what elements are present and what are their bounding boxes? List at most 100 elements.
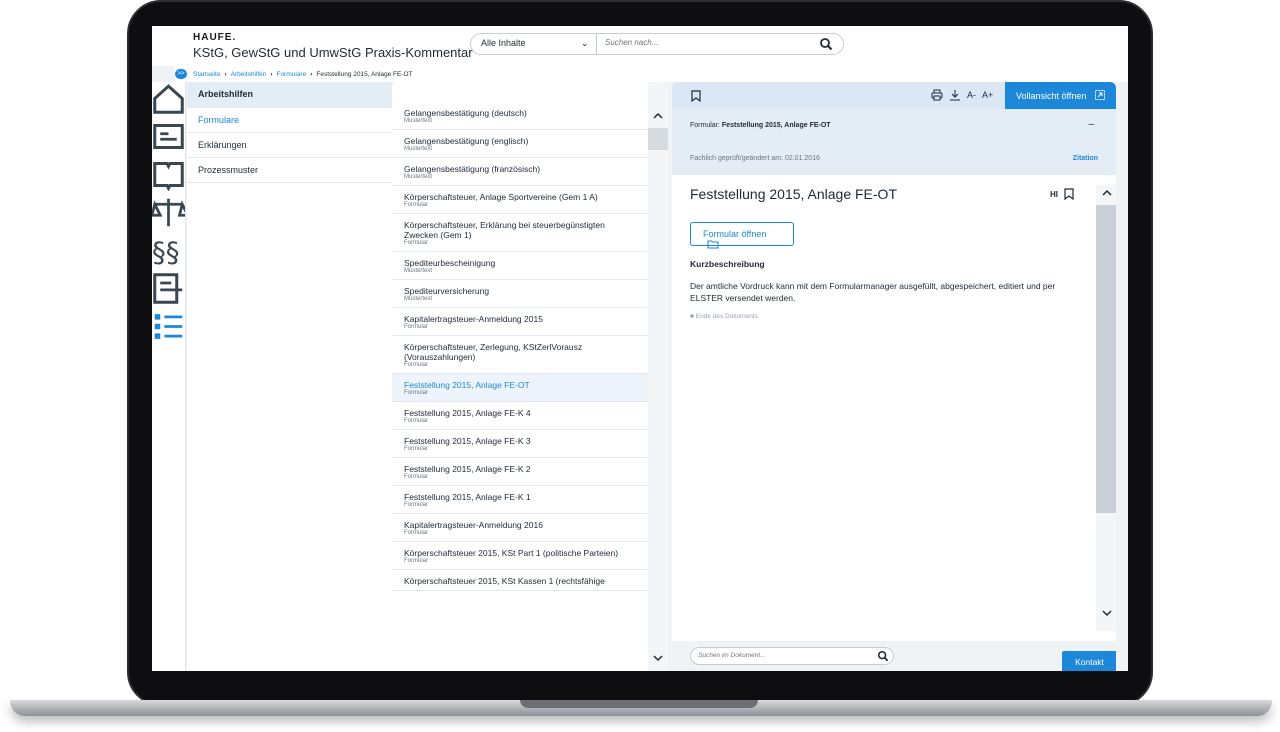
font-smaller-button[interactable]: A- xyxy=(967,90,976,100)
list-item-title: Feststellung 2015, Anlage FE-K 2 xyxy=(404,464,531,474)
description-text: Der amtliche Vordruck kann mit dem Formu… xyxy=(690,281,1056,303)
list-item-title: Körperschaftsteuer 2015, KSt Kassen 1 (r… xyxy=(404,576,605,586)
list-item[interactable]: Feststellung 2015, Anlage FE-OT Formular xyxy=(392,374,648,402)
list-items: Gelangensbestätigung (deutsch) Mustertext… xyxy=(392,102,668,591)
list-item-type: Formular xyxy=(404,202,429,208)
list-item-title: Gelangensbestätigung (englisch) xyxy=(404,136,529,146)
document-search xyxy=(690,647,894,665)
list-item-title: Feststellung 2015, Anlage FE-OT xyxy=(404,380,530,390)
list-item[interactable]: Feststellung 2015, Anlage FE-K 3 Formular xyxy=(392,430,648,458)
list-item[interactable]: Körperschaftsteuer 2015, KSt Kassen 1 (r… xyxy=(392,570,648,591)
chevron-up-icon[interactable] xyxy=(1101,187,1113,199)
scale-icon[interactable] xyxy=(152,196,190,229)
end-of-document: ■ Ende des Dokuments xyxy=(690,313,758,320)
list-item-title: Körperschaftsteuer, Erklärung bei steuer… xyxy=(404,220,605,240)
print-icon[interactable] xyxy=(931,89,943,101)
open-form-label: Formular öffnen xyxy=(703,229,767,239)
list-item-title: Körperschaftsteuer 2015, KSt Part 1 (pol… xyxy=(404,548,619,558)
list-item[interactable]: Körperschaftsteuer 2015, KSt Part 1 (pol… xyxy=(392,542,648,570)
list-item-type: Formular xyxy=(404,474,429,480)
chevron-down-icon[interactable] xyxy=(652,652,664,664)
bookmark-icon[interactable] xyxy=(691,90,701,102)
search-divider xyxy=(596,34,597,54)
list-item-title: Feststellung 2015, Anlage FE-K 4 xyxy=(404,408,531,418)
nav-item-erklaerungen[interactable]: Erklärungen xyxy=(187,133,392,158)
list-icon[interactable] xyxy=(152,310,185,343)
nav-item-prozessmuster[interactable]: Prozessmuster xyxy=(187,158,392,183)
document-search-input[interactable] xyxy=(698,652,868,659)
list-item-title: Körperschaftsteuer, Zerlegung, KStZerlVo… xyxy=(404,342,583,362)
section-heading: Kurzbeschreibung xyxy=(690,259,765,269)
list-item-title: Spediteurversicherung xyxy=(404,286,490,296)
list-item-type: Mustertext xyxy=(404,118,433,124)
list-item-title: Feststellung 2015, Anlage FE-K 1 xyxy=(404,492,531,502)
home-icon[interactable] xyxy=(152,82,185,115)
list-item[interactable]: Kapitalertragsteuer-Anmeldung 2015 Formul… xyxy=(392,308,648,336)
document-title: Feststellung 2015, Anlage FE-OT xyxy=(690,186,897,202)
list-item-type: Formular xyxy=(404,418,429,424)
list-item[interactable]: Feststellung 2015, Anlage FE-K 4 Formular xyxy=(392,402,648,430)
list-item[interactable]: Körperschaftsteuer, Anlage Sportvereine … xyxy=(392,186,648,214)
breadcrumb-link[interactable]: Arbeitshilfen xyxy=(231,71,267,78)
brand-logo[interactable]: HAUFE. xyxy=(193,32,236,43)
open-form-button[interactable]: Formular öffnen xyxy=(690,222,794,249)
list-item-type: Mustertext xyxy=(404,174,433,180)
list-item[interactable]: Gelangensbestätigung (französisch) Muster… xyxy=(392,158,648,186)
list-item-type: Formular xyxy=(404,324,429,330)
nav-item-formulare[interactable]: Formulare xyxy=(187,108,392,133)
font-larger-button[interactable]: A+ xyxy=(982,90,993,100)
document-actions: HI xyxy=(1050,188,1074,200)
sidebar-toggle-button[interactable]: >> xyxy=(175,69,187,79)
left-rail: §§ xyxy=(152,82,190,671)
id-card-icon[interactable] xyxy=(152,120,185,153)
list-item-type: Mustertext xyxy=(404,146,433,152)
search-icon[interactable] xyxy=(877,650,889,662)
list-item-title: Gelangensbestätigung (deutsch) xyxy=(404,108,527,118)
list-item-type: Formular xyxy=(404,362,429,368)
document-body: Feststellung 2015, Anlage FE-OT HI Formu… xyxy=(672,175,1116,645)
list-item[interactable]: Spediteurbescheinigung Mustertext xyxy=(392,252,648,280)
list-item[interactable]: Körperschaftsteuer, Zerlegung, KStZerlVo… xyxy=(392,336,648,374)
list-item-title: Körperschaftsteuer, Anlage Sportvereine … xyxy=(404,192,598,202)
detail-footer: Kontakt xyxy=(672,641,1116,671)
list-item[interactable]: Gelangensbestätigung (deutsch) Mustertext xyxy=(392,102,648,130)
breadcrumb-link[interactable]: Formulare xyxy=(277,71,307,78)
chevron-down-icon[interactable] xyxy=(1101,607,1113,619)
search-scope-select[interactable]: Alle Inhalte xyxy=(481,38,526,48)
chevron-up-icon[interactable] xyxy=(652,110,664,122)
scrollbar-thumb[interactable] xyxy=(1096,205,1116,513)
list-item[interactable]: Feststellung 2015, Anlage FE-K 2 Formular xyxy=(392,458,648,486)
list-item-title: Spediteurbescheinigung xyxy=(404,258,496,268)
scrollbar-thumb[interactable] xyxy=(648,128,668,150)
folder-icon xyxy=(707,240,719,249)
highlight-button[interactable]: HI xyxy=(1050,190,1058,199)
search-input[interactable] xyxy=(605,38,805,47)
list-item-type: Formular xyxy=(404,558,429,564)
document-edit-icon[interactable] xyxy=(152,272,185,305)
list-item[interactable]: Spediteurversicherung Mustertext xyxy=(392,280,648,308)
app-header: HAUFE. KStG, GewStG und UmwStG Praxis-Ko… xyxy=(152,26,1128,66)
list-item[interactable]: Gelangensbestätigung (englisch) Mustertex… xyxy=(392,130,648,158)
breadcrumb-link[interactable]: Startseite xyxy=(193,71,220,78)
book-icon[interactable] xyxy=(152,158,185,192)
category-nav: Arbeitshilfen Formulare Erklärungen Proz… xyxy=(187,82,392,671)
list-item[interactable]: Körperschaftsteuer, Erklärung bei steuer… xyxy=(392,214,648,252)
download-icon[interactable] xyxy=(949,89,961,101)
citation-link[interactable]: Zitation xyxy=(1073,155,1098,162)
search-icon[interactable] xyxy=(819,37,833,51)
chevron-down-icon[interactable]: ⌄ xyxy=(581,38,589,49)
meta-prefix: Formular: xyxy=(690,122,720,129)
chevron-right-icon: › xyxy=(270,70,273,78)
collapse-button[interactable]: – xyxy=(1088,119,1094,130)
document-detail: A- A+ Vollansicht öffnen Formular: Fests… xyxy=(672,82,1116,671)
bookmark-icon[interactable] xyxy=(1064,188,1074,200)
contact-button[interactable]: Kontakt xyxy=(1062,651,1116,671)
open-full-view-button[interactable]: Vollansicht öffnen xyxy=(1005,82,1116,109)
list-item[interactable]: Kapitalertragsteuer-Anmeldung 2016 Formul… xyxy=(392,514,648,542)
scrollbar[interactable] xyxy=(648,82,668,671)
paragraph-icon[interactable]: §§ xyxy=(152,234,185,269)
open-full-view-label: Vollansicht öffnen xyxy=(1016,91,1087,101)
list-item[interactable]: Feststellung 2015, Anlage FE-K 1 Formular xyxy=(392,486,648,514)
app-screen: HAUFE. KStG, GewStG und UmwStG Praxis-Ko… xyxy=(152,26,1128,671)
